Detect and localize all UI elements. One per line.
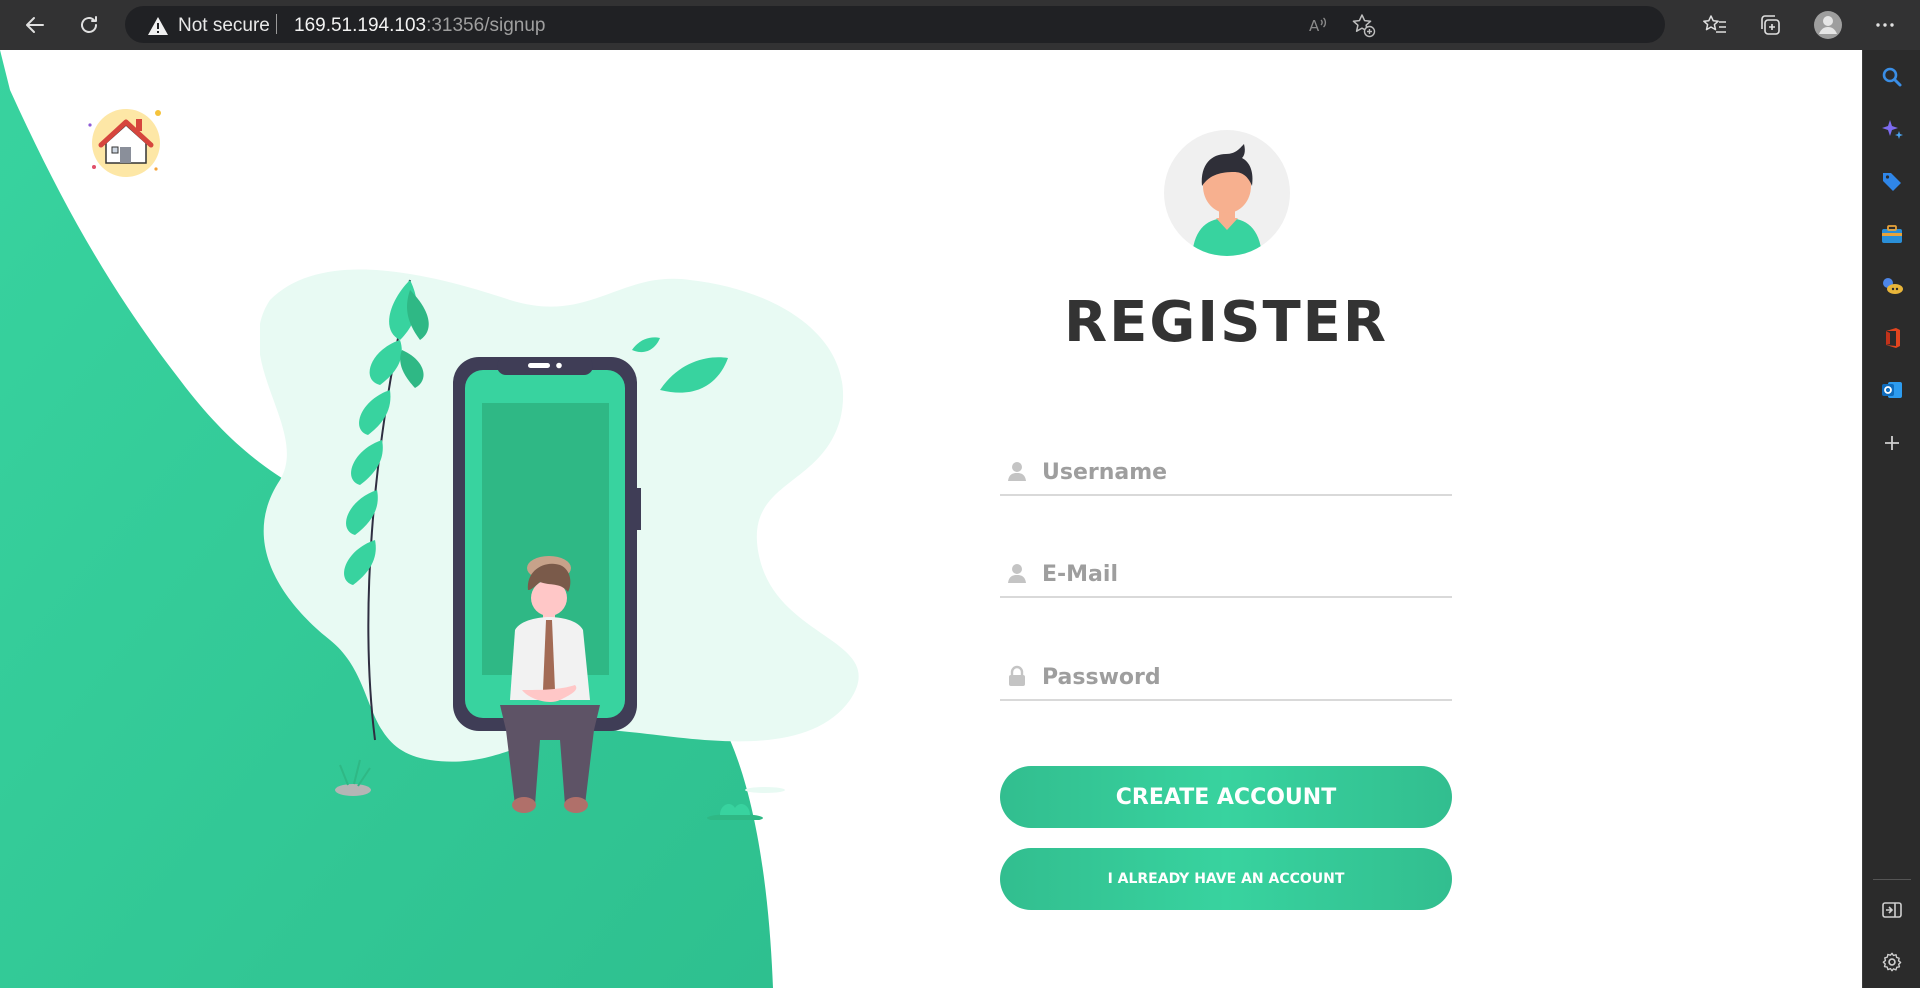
page-title: REGISTER: [1063, 290, 1389, 355]
url-text[interactable]: 169.51.194.103:31356/signup: [294, 15, 545, 37]
url-path: :31356/signup: [426, 15, 546, 36]
read-aloud-icon[interactable]: A: [1303, 10, 1333, 40]
add-favorite-icon[interactable]: [1348, 10, 1378, 40]
username-input[interactable]: [1042, 454, 1442, 490]
svg-text:A: A: [1309, 17, 1320, 35]
collections-icon[interactable]: [1755, 10, 1785, 40]
add-icon[interactable]: [1879, 430, 1905, 456]
address-bar[interactable]: Not secure 169.51.194.103:31356/signup A: [125, 6, 1665, 43]
search-icon[interactable]: [1879, 64, 1905, 90]
avatar-icon: [1164, 130, 1290, 256]
profile-icon[interactable]: [1813, 10, 1843, 40]
refresh-icon[interactable]: [74, 10, 104, 40]
office-icon[interactable]: [1879, 325, 1905, 351]
security-status[interactable]: Not secure: [178, 15, 270, 37]
have-account-button[interactable]: I ALREADY HAVE AN ACCOUNT: [1000, 848, 1452, 910]
home-logo-icon[interactable]: [86, 103, 166, 183]
password-field: [1000, 655, 1452, 701]
back-icon[interactable]: [20, 10, 50, 40]
hide-sidebar-icon[interactable]: [1879, 897, 1905, 923]
favorites-icon[interactable]: [1700, 10, 1730, 40]
username-field: [1000, 450, 1452, 496]
tools-icon[interactable]: [1879, 221, 1905, 247]
warning-icon[interactable]: [147, 16, 169, 41]
create-account-button[interactable]: CREATE ACCOUNT: [1000, 766, 1452, 828]
email-field: [1000, 552, 1452, 598]
phone-illustration: [260, 269, 859, 820]
user-icon: [1008, 462, 1026, 481]
lock-icon: [1009, 665, 1025, 686]
address-divider: [276, 14, 277, 34]
user-icon: [1008, 564, 1026, 583]
browser-sidebar: [1862, 50, 1920, 988]
email-input[interactable]: [1042, 556, 1442, 592]
url-host: 169.51.194.103: [294, 15, 427, 36]
settings-icon[interactable]: [1879, 949, 1905, 975]
sidebar-divider: [1873, 879, 1911, 880]
outlook-icon[interactable]: [1879, 377, 1905, 403]
games-icon[interactable]: [1879, 273, 1905, 299]
more-icon[interactable]: [1870, 10, 1900, 40]
password-input[interactable]: [1042, 659, 1442, 695]
browser-toolbar: Not secure 169.51.194.103:31356/signup A: [0, 0, 1920, 50]
page-viewport: REGISTER CREATE ACCOUNT I ALREADY HAVE A…: [0, 50, 1862, 988]
copilot-icon[interactable]: [1879, 117, 1905, 143]
shopping-tag-icon[interactable]: [1879, 168, 1905, 194]
